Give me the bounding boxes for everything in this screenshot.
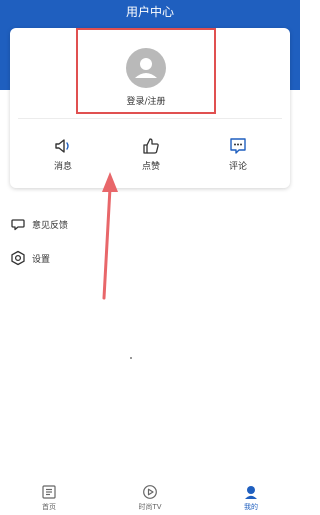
tab-fashion-tv[interactable]: 时尚TV bbox=[120, 478, 180, 515]
tab-mine[interactable]: 我的 bbox=[221, 478, 281, 515]
tab-label: 我的 bbox=[244, 503, 258, 511]
play-icon bbox=[143, 485, 157, 499]
bottom-nav: 首页 时尚TV 我的 bbox=[0, 478, 300, 515]
settings-icon bbox=[11, 250, 25, 266]
feedback-icon bbox=[11, 219, 25, 231]
tab-home[interactable]: 首页 bbox=[19, 478, 79, 515]
user-icon bbox=[245, 486, 257, 499]
menu-item-label: 设置 bbox=[32, 254, 51, 265]
menu-item-label: 意见反馈 bbox=[32, 220, 69, 231]
dot bbox=[130, 357, 132, 359]
menu-item-feedback[interactable]: 意见反馈 bbox=[10, 215, 68, 233]
tab-label: 时尚TV bbox=[138, 503, 162, 511]
tab-label: 首页 bbox=[42, 503, 56, 511]
news-icon bbox=[42, 485, 56, 499]
menu-item-settings[interactable]: 设置 bbox=[10, 249, 50, 267]
